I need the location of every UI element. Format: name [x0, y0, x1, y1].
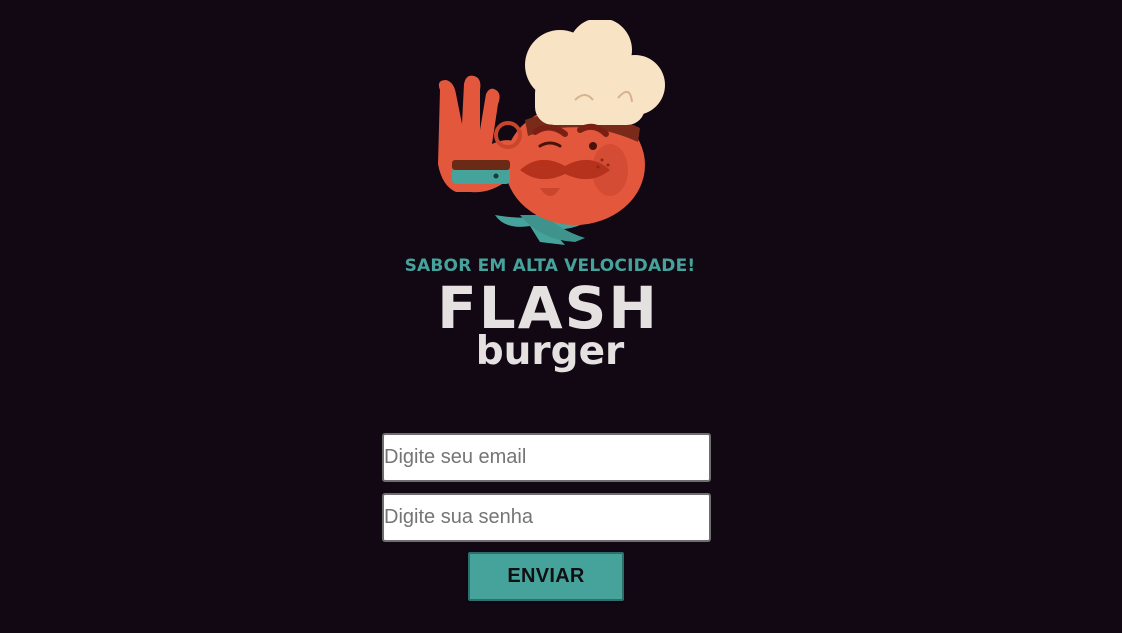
- email-input[interactable]: [382, 433, 711, 482]
- chef-mascot-icon: [438, 20, 665, 245]
- submit-button[interactable]: ENVIAR: [468, 552, 624, 601]
- password-input[interactable]: [382, 493, 711, 542]
- login-form: ENVIAR: [382, 433, 711, 603]
- brand-name-sub: burger: [475, 329, 625, 374]
